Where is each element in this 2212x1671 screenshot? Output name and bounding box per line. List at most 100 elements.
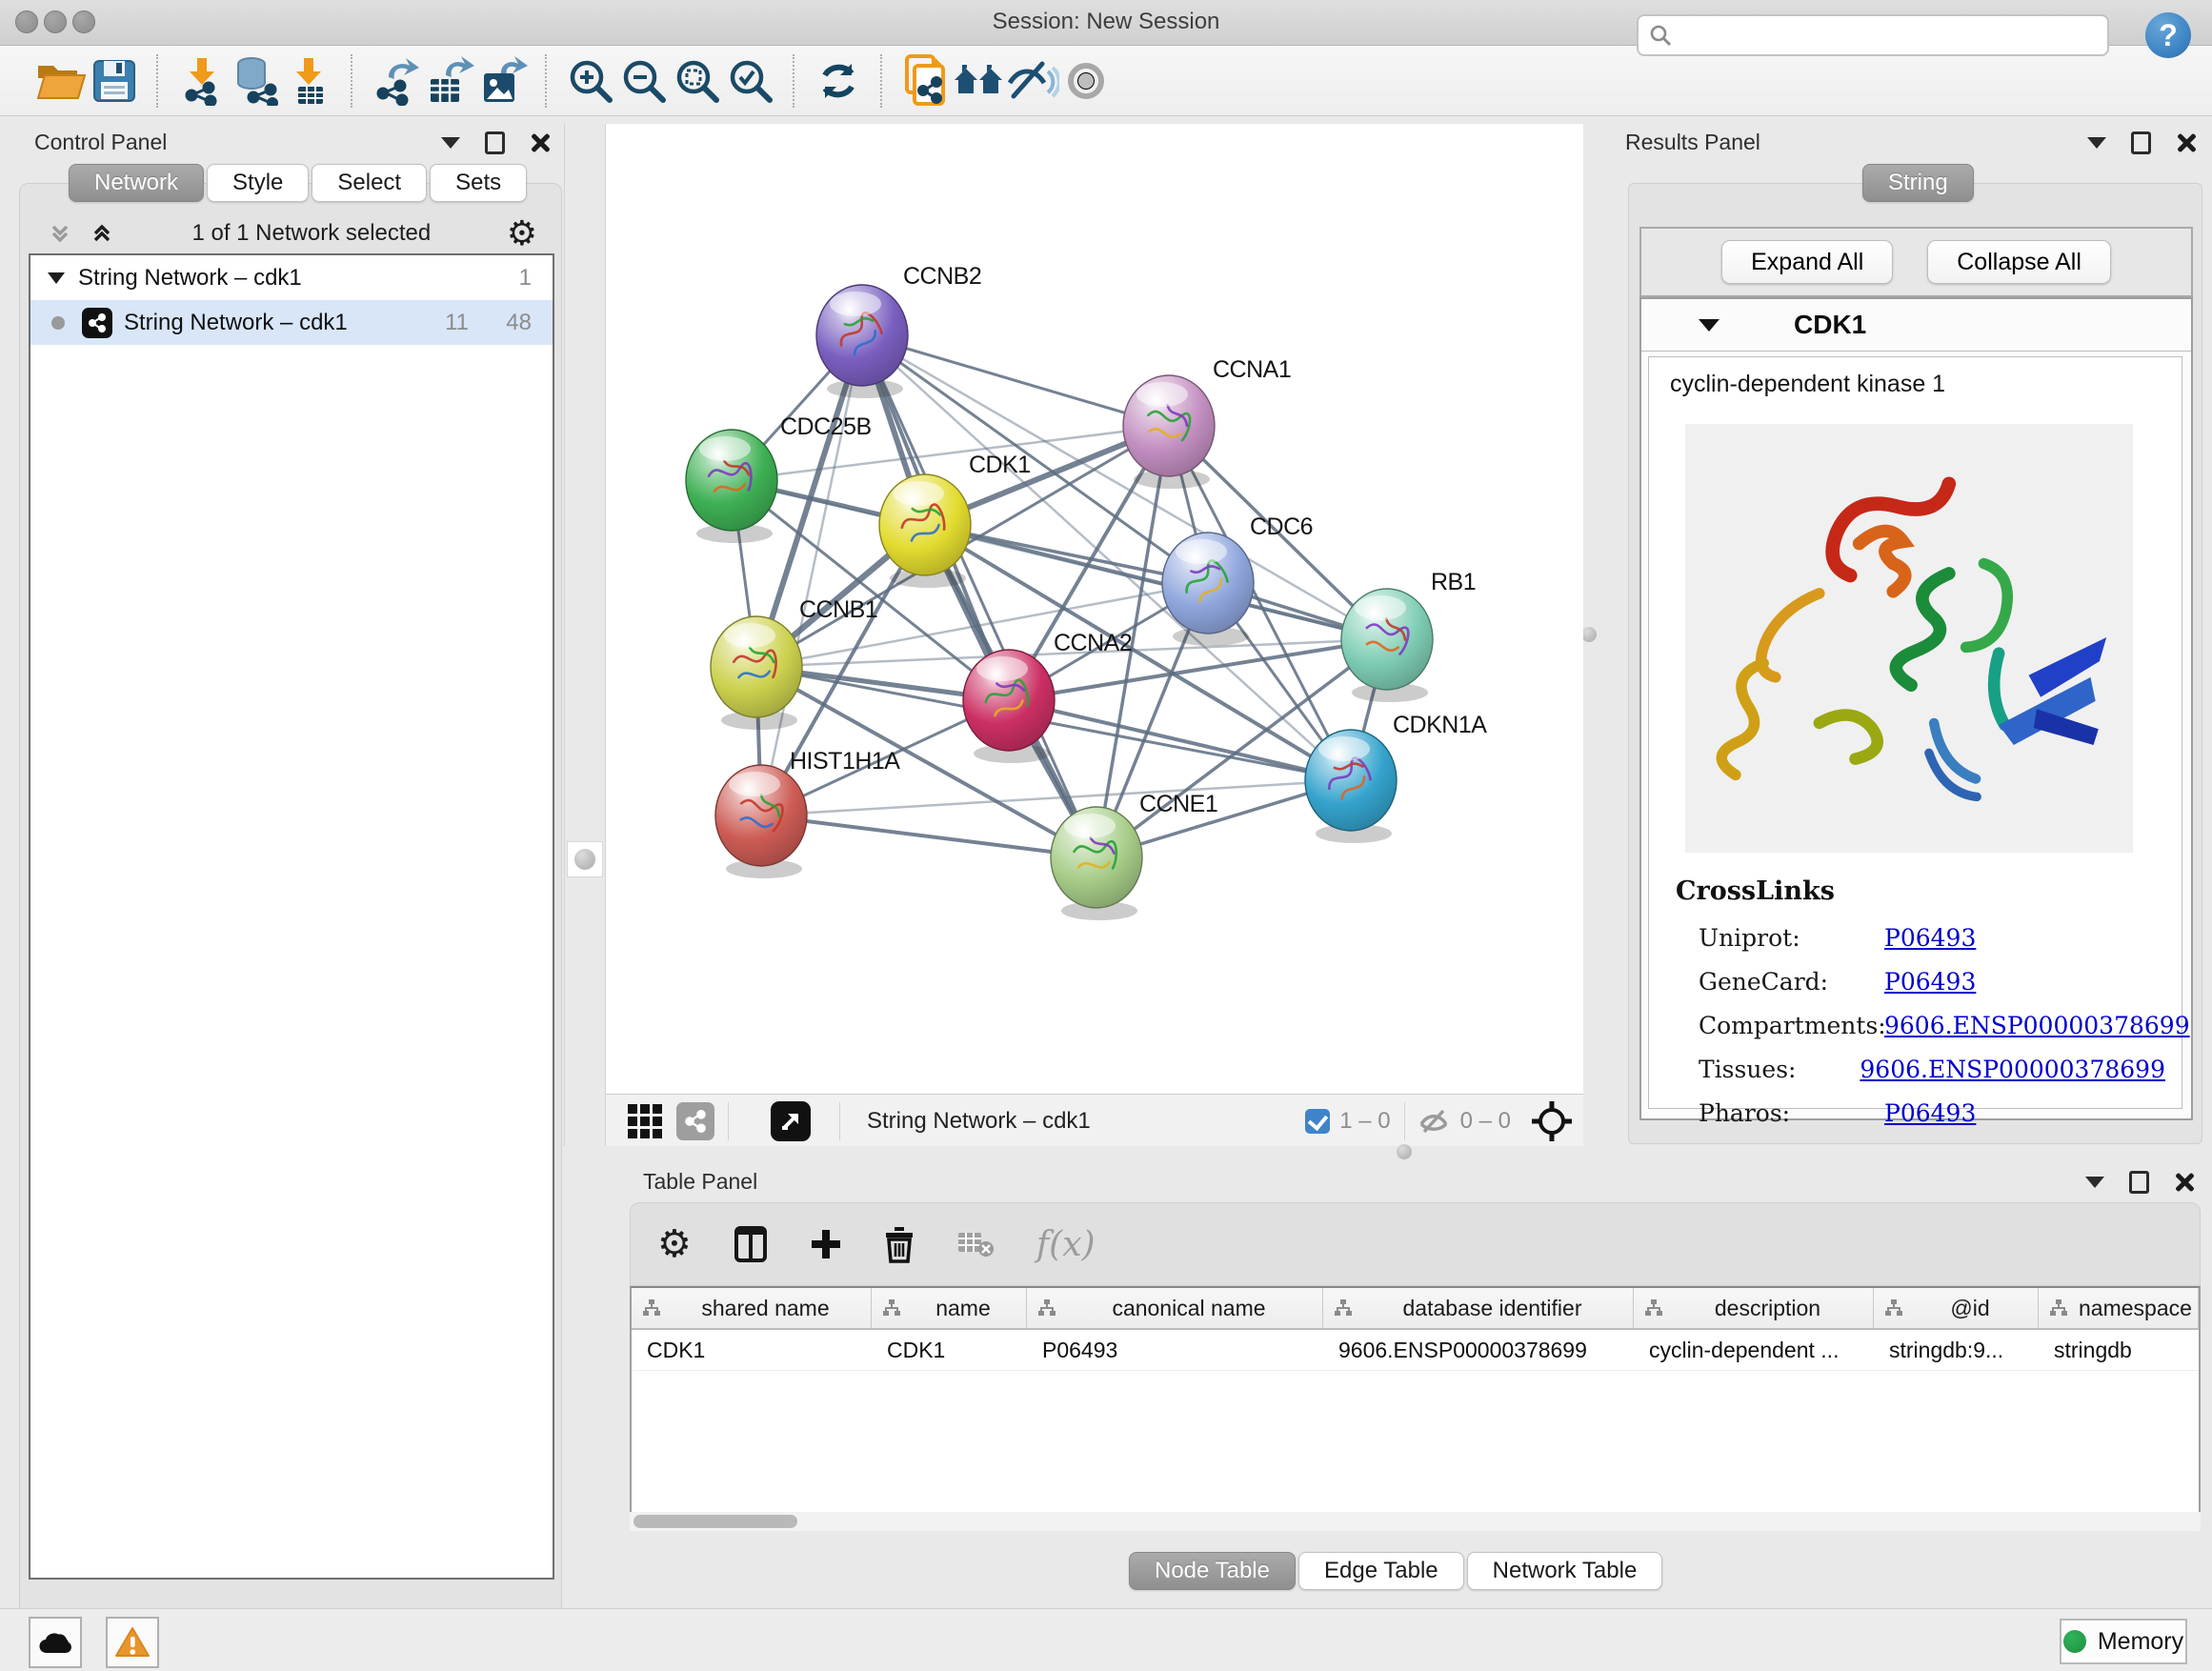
zoom-fit-icon[interactable]: [671, 54, 724, 108]
results-panel-close-icon[interactable]: [2176, 132, 2197, 153]
gene-card-header[interactable]: CDK1: [1641, 299, 2191, 352]
cell-shared-name[interactable]: CDK1: [632, 1330, 872, 1370]
cell-namespace[interactable]: stringdb: [2039, 1330, 2199, 1370]
results-panel-menu-icon[interactable]: [2087, 137, 2106, 149]
column-header-database-identifier[interactable]: database identifier: [1323, 1288, 1634, 1328]
crosslink-link[interactable]: 9606.ENSP00000378699: [1860, 1056, 2165, 1083]
tab-style[interactable]: Style: [207, 164, 309, 202]
network-edge[interactable]: [761, 335, 862, 815]
import-network-file-icon[interactable]: [175, 54, 229, 108]
table-panel-close-icon[interactable]: [2174, 1172, 2195, 1193]
table-horizontal-scrollbar[interactable]: [630, 1512, 2201, 1531]
column-header-name[interactable]: name: [872, 1288, 1027, 1328]
column-header-@id[interactable]: @id: [1874, 1288, 2039, 1328]
network-edge[interactable]: [862, 335, 1096, 857]
network-node-rb1[interactable]: RB1: [1341, 569, 1476, 702]
network-node-ccnb2[interactable]: CCNB2: [816, 263, 981, 398]
tab-string[interactable]: String: [1862, 164, 1974, 202]
table-settings-gear-icon[interactable]: ⚙: [657, 1222, 692, 1266]
crosslink-link[interactable]: P06493: [1884, 1099, 1976, 1127]
hide-selected-eye-icon[interactable]: [1006, 54, 1059, 108]
help-icon[interactable]: ?: [2145, 12, 2191, 58]
control-panel-close-icon[interactable]: [530, 132, 551, 153]
network-node-ccna1[interactable]: CCNA1: [1123, 356, 1291, 489]
table-panel-float-icon[interactable]: [2129, 1171, 2149, 1194]
export-image-icon[interactable]: [476, 54, 530, 108]
network-collection-row[interactable]: String Network – cdk1 1: [30, 255, 553, 300]
network-edge[interactable]: [862, 335, 1169, 426]
search-icon: [1648, 23, 1673, 48]
tab-sets[interactable]: Sets: [430, 164, 527, 202]
delete-column-icon[interactable]: [884, 1225, 915, 1263]
column-header-description[interactable]: description: [1634, 1288, 1874, 1328]
network-edge[interactable]: [1009, 700, 1351, 780]
expand-all-button[interactable]: Expand All: [1721, 240, 1893, 284]
cell-@id[interactable]: stringdb:9...: [1874, 1330, 2039, 1370]
warnings-button[interactable]: [106, 1617, 159, 1668]
collapse-all-icon[interactable]: [46, 219, 74, 248]
houses-icon[interactable]: [953, 54, 1006, 108]
column-header-namespace[interactable]: namespace: [2039, 1288, 2199, 1328]
network-view-canvas[interactable]: CCNB2CCNA1CDC25BCDK1CDC6RB1CCNB1CCNA2CDK…: [606, 124, 1583, 1094]
gene-disclosure-icon[interactable]: [1699, 319, 1719, 332]
tab-select[interactable]: Select: [312, 164, 427, 202]
network-options-gear-icon[interactable]: ⚙: [507, 214, 537, 253]
export-table-icon[interactable]: [423, 54, 476, 108]
cell-canonical-name[interactable]: P06493: [1027, 1330, 1323, 1370]
cell-database-identifier[interactable]: 9606.ENSP00000378699: [1323, 1330, 1634, 1370]
zoom-selected-icon[interactable]: [724, 54, 777, 108]
open-in-window-icon[interactable]: [771, 1101, 811, 1141]
save-session-icon[interactable]: [88, 54, 141, 108]
network-node-cdc25b[interactable]: CDC25B: [686, 413, 872, 543]
network-row-selected[interactable]: String Network – cdk1 11 48: [30, 300, 553, 345]
export-network-icon[interactable]: [370, 54, 423, 108]
birdseye-grid-icon[interactable]: [623, 1095, 667, 1148]
table-panel-menu-icon[interactable]: [2085, 1177, 2104, 1188]
network-node-cdkn1a[interactable]: CDKN1A: [1305, 712, 1487, 843]
tab-edge-table[interactable]: Edge Table: [1298, 1552, 1464, 1590]
collapse-all-button[interactable]: Collapse All: [1927, 240, 2111, 284]
open-session-icon[interactable]: [34, 54, 88, 108]
column-header-canonical-name[interactable]: canonical name: [1027, 1288, 1323, 1328]
horizontal-splitter-handle[interactable]: [1397, 1144, 1412, 1159]
left-splitter[interactable]: [564, 124, 606, 1146]
fit-selected-crosshair-icon[interactable]: [1530, 1099, 1574, 1143]
control-panel-float-icon[interactable]: [485, 131, 505, 154]
horizontal-splitter[interactable]: [606, 1146, 2212, 1159]
cloud-button[interactable]: [29, 1617, 82, 1668]
crosslink-row: Uniprot:P06493: [1699, 924, 2165, 952]
results-panel-float-icon[interactable]: [2131, 131, 2151, 154]
zoom-in-icon[interactable]: [564, 54, 617, 108]
table-row[interactable]: CDK1CDK1P064939606.ENSP00000378699cyclin…: [632, 1330, 2199, 1371]
right-splitter-handle[interactable]: [1581, 627, 1597, 642]
import-network-database-icon[interactable]: [229, 54, 282, 108]
column-header-shared-name[interactable]: shared name: [632, 1288, 872, 1328]
tab-node-table[interactable]: Node Table: [1129, 1552, 1296, 1590]
crosslink-link[interactable]: 9606.ENSP00000378699: [1884, 1012, 2190, 1039]
tab-network-table[interactable]: Network Table: [1467, 1552, 1663, 1590]
zoom-out-icon[interactable]: [617, 54, 671, 108]
network-edge[interactable]: [761, 815, 1096, 857]
crosslink-link[interactable]: P06493: [1884, 968, 1976, 996]
create-column-icon[interactable]: [810, 1228, 842, 1260]
string-app-icon[interactable]: [676, 1102, 714, 1140]
search-input[interactable]: [1637, 14, 2109, 56]
control-panel-menu-icon[interactable]: [441, 137, 460, 149]
refresh-icon[interactable]: [812, 54, 865, 108]
right-splitter[interactable]: [1583, 124, 1597, 1146]
left-splitter-handle[interactable]: [567, 841, 603, 877]
new-network-from-selection-icon[interactable]: [899, 54, 953, 108]
selected-checkbox-icon[interactable]: [1305, 1109, 1330, 1134]
show-columns-icon[interactable]: [734, 1225, 768, 1263]
table-tabs: Node TableEdge TableNetwork Table: [1129, 1552, 1665, 1590]
cell-name[interactable]: CDK1: [872, 1330, 1027, 1370]
memory-button[interactable]: Memory: [2060, 1619, 2187, 1664]
show-all-eye-icon[interactable]: [1059, 54, 1113, 108]
cell-description[interactable]: cyclin-dependent ...: [1634, 1330, 1874, 1370]
crosslink-link[interactable]: P06493: [1884, 924, 1976, 952]
import-table-file-icon[interactable]: [282, 54, 335, 108]
tab-network[interactable]: Network: [69, 164, 204, 202]
table-scrollbar-thumb[interactable]: [633, 1515, 797, 1528]
expand-all-icon[interactable]: [88, 219, 116, 248]
collection-disclosure-icon[interactable]: [48, 272, 65, 284]
